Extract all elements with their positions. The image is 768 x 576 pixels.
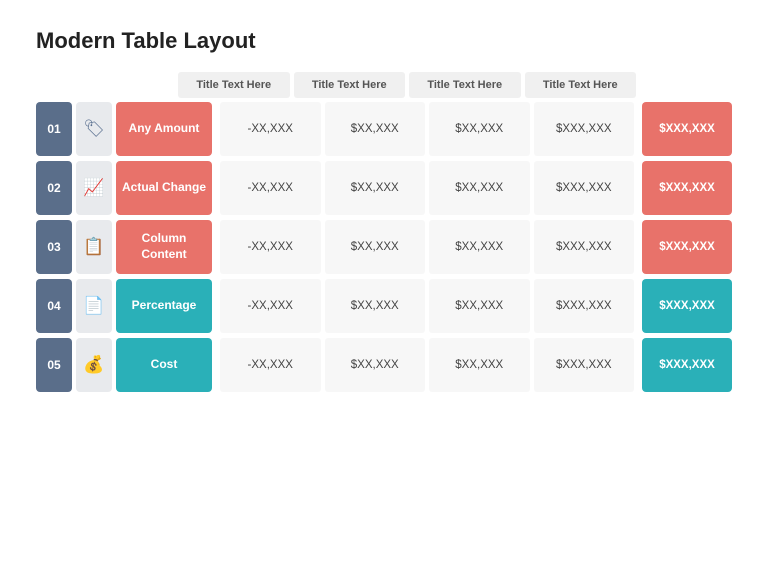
table-header: Title Text Here Title Text Here Title Te… — [176, 72, 732, 98]
row-icon-3: 📋 — [76, 220, 112, 274]
row-data-cells-2: -XX,XXX$XX,XXX$XX,XXX$XXX,XXX — [218, 161, 636, 215]
row-label-2: Actual Change — [116, 161, 212, 215]
cell-r4-c1: $XX,XXX — [325, 338, 426, 392]
table-row: 04 📄 Percentage -XX,XXX$XX,XXX$XX,XXX$XX… — [36, 279, 732, 333]
cell-r1-c0: -XX,XXX — [220, 161, 321, 215]
cell-r1-c2: $XX,XXX — [429, 161, 530, 215]
row-label-3: Column Content — [116, 220, 212, 274]
table-body: 01 🏷 Any Amount -XX,XXX$XX,XXX$XX,XXX$XX… — [36, 102, 732, 392]
row-summary-5: $XXX,XXX — [642, 338, 732, 392]
cell-r4-c3: $XXX,XXX — [534, 338, 635, 392]
cell-r0-c0: -XX,XXX — [220, 102, 321, 156]
row-summary-3: $XXX,XXX — [642, 220, 732, 274]
cell-r3-c3: $XXX,XXX — [534, 279, 635, 333]
row-number-4: 04 — [36, 279, 72, 333]
cell-r2-c3: $XXX,XXX — [534, 220, 635, 274]
cell-r2-c0: -XX,XXX — [220, 220, 321, 274]
row-data-cells-5: -XX,XXX$XX,XXX$XX,XXX$XXX,XXX — [218, 338, 636, 392]
row-data-cells-3: -XX,XXX$XX,XXX$XX,XXX$XXX,XXX — [218, 220, 636, 274]
row-number-5: 05 — [36, 338, 72, 392]
table-row: 02 📈 Actual Change -XX,XXX$XX,XXX$XX,XXX… — [36, 161, 732, 215]
cell-r4-c2: $XX,XXX — [429, 338, 530, 392]
col-header-4: Title Text Here — [525, 72, 637, 98]
cell-r0-c1: $XX,XXX — [325, 102, 426, 156]
cell-r3-c2: $XX,XXX — [429, 279, 530, 333]
cell-r0-c3: $XXX,XXX — [534, 102, 635, 156]
col-header-3: Title Text Here — [409, 72, 521, 98]
row-icon-1: 🏷 — [76, 102, 112, 156]
cell-r1-c3: $XXX,XXX — [534, 161, 635, 215]
row-label-1: Any Amount — [116, 102, 212, 156]
row-icon-5: 💰 — [76, 338, 112, 392]
cell-r3-c0: -XX,XXX — [220, 279, 321, 333]
cell-r2-c1: $XX,XXX — [325, 220, 426, 274]
row-icon-4: 📄 — [76, 279, 112, 333]
table-row: 01 🏷 Any Amount -XX,XXX$XX,XXX$XX,XXX$XX… — [36, 102, 732, 156]
cell-r4-c0: -XX,XXX — [220, 338, 321, 392]
cell-r0-c2: $XX,XXX — [429, 102, 530, 156]
row-number-1: 01 — [36, 102, 72, 156]
table-row: 05 💰 Cost -XX,XXX$XX,XXX$XX,XXX$XXX,XXX … — [36, 338, 732, 392]
row-label-4: Percentage — [116, 279, 212, 333]
row-data-cells-1: -XX,XXX$XX,XXX$XX,XXX$XXX,XXX — [218, 102, 636, 156]
row-number-2: 02 — [36, 161, 72, 215]
page-title: Modern Table Layout — [36, 28, 732, 54]
row-summary-1: $XXX,XXX — [642, 102, 732, 156]
cell-r3-c1: $XX,XXX — [325, 279, 426, 333]
row-data-cells-4: -XX,XXX$XX,XXX$XX,XXX$XXX,XXX — [218, 279, 636, 333]
row-number-3: 03 — [36, 220, 72, 274]
row-label-5: Cost — [116, 338, 212, 392]
cell-r2-c2: $XX,XXX — [429, 220, 530, 274]
col-header-1: Title Text Here — [178, 72, 290, 98]
table-row: 03 📋 Column Content -XX,XXX$XX,XXX$XX,XX… — [36, 220, 732, 274]
row-icon-2: 📈 — [76, 161, 112, 215]
row-summary-4: $XXX,XXX — [642, 279, 732, 333]
table-container: Title Text Here Title Text Here Title Te… — [36, 72, 732, 392]
col-header-2: Title Text Here — [294, 72, 406, 98]
row-summary-2: $XXX,XXX — [642, 161, 732, 215]
cell-r1-c1: $XX,XXX — [325, 161, 426, 215]
col-header-summary — [640, 78, 730, 92]
slide: Modern Table Layout Title Text Here Titl… — [0, 0, 768, 576]
